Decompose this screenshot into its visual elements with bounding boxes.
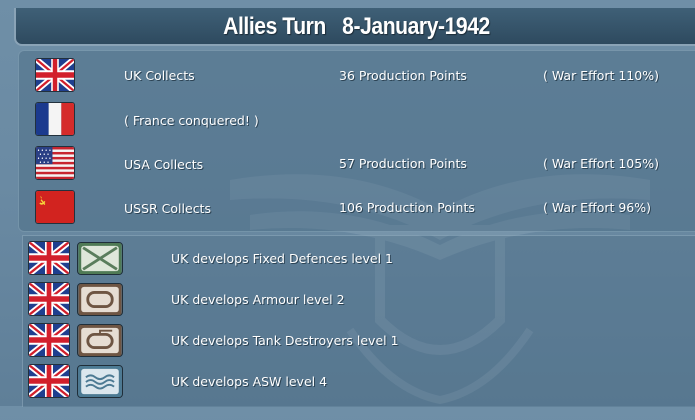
ussr-flag xyxy=(35,190,75,224)
uk-flag xyxy=(28,282,70,316)
uk-production-points: 36 Production Points xyxy=(339,68,467,83)
uk-flag xyxy=(28,323,70,357)
france-conquered-label: ( France conquered! ) xyxy=(124,113,259,128)
uk-war-effort: ( War Effort 110%) xyxy=(543,68,659,83)
fixed-defences-icon xyxy=(77,242,123,275)
usa-war-effort: ( War Effort 105%) xyxy=(543,156,659,171)
uk-flag xyxy=(28,241,70,275)
development-text: UK develops ASW level 4 xyxy=(171,374,328,389)
uk-collects-label: UK Collects xyxy=(124,68,195,83)
ussr-production-points: 106 Production Points xyxy=(339,200,475,215)
turn-title: Allies Turn 8-January-1942 xyxy=(223,13,490,40)
asw-icon xyxy=(77,365,123,398)
development-text: UK develops Armour level 2 xyxy=(171,292,345,307)
armour-icon xyxy=(77,283,123,316)
usa-collects-label: USA Collects xyxy=(124,157,204,172)
tank-destroyers-icon xyxy=(77,324,123,357)
uk-flag xyxy=(35,58,75,92)
ussr-collects-label: USSR Collects xyxy=(124,201,211,216)
development-text: UK develops Tank Destroyers level 1 xyxy=(171,333,399,348)
usa-production-points: 57 Production Points xyxy=(339,156,467,171)
uk-flag xyxy=(28,364,70,398)
development-text: UK develops Fixed Defences level 1 xyxy=(171,251,393,266)
ussr-war-effort: ( War Effort 96%) xyxy=(543,200,652,215)
usa-flag xyxy=(35,146,75,180)
france-flag xyxy=(35,102,75,136)
title-bar: Allies Turn 8-January-1942 xyxy=(14,8,695,46)
